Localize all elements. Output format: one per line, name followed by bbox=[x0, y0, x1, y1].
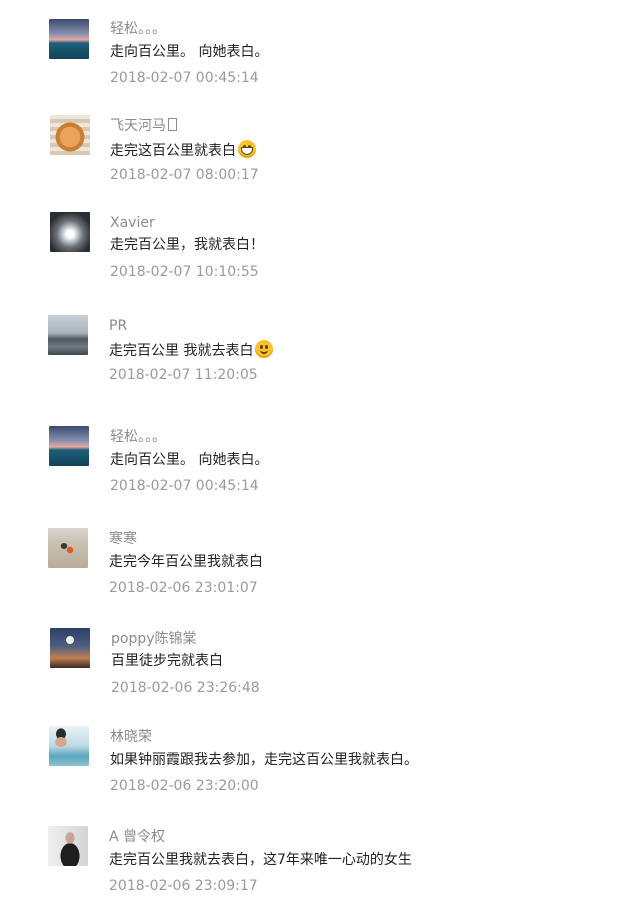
misty-boat-avatar[interactable] bbox=[48, 315, 88, 355]
beach-photographer-avatar[interactable] bbox=[48, 528, 88, 568]
comment-time: 2018-02-06 23:20:00 bbox=[110, 778, 259, 794]
comment-author[interactable]: Xavier bbox=[110, 214, 155, 232]
sunset-sea-avatar[interactable] bbox=[49, 426, 89, 466]
harbor-portrait-avatar[interactable] bbox=[49, 726, 89, 766]
shiba-dog-avatar[interactable] bbox=[50, 115, 90, 155]
suit-portrait-avatar[interactable] bbox=[48, 826, 88, 866]
comment-author[interactable]: 飞天河马 bbox=[110, 117, 177, 135]
comment-author[interactable]: A 曾令权 bbox=[109, 828, 165, 846]
night-light-avatar[interactable] bbox=[50, 212, 90, 252]
comment-author-label: 飞天河马 bbox=[110, 118, 166, 134]
smile-emoji-icon bbox=[255, 340, 274, 358]
comment-item: A 曾令权 走完百公里我就去表白，这7年来唯一心动的女生 2018-02-06 … bbox=[0, 0, 640, 894]
comment-time: 2018-02-06 23:09:17 bbox=[109, 878, 258, 894]
missing-glyph-icon bbox=[168, 118, 177, 131]
comment-text: 走完这百公里就表白 bbox=[110, 140, 256, 160]
comment-time: 2018-02-06 23:01:07 bbox=[109, 580, 258, 596]
comment-author[interactable]: poppy陈锦棠 bbox=[111, 630, 197, 648]
comment-time: 2018-02-07 11:20:05 bbox=[109, 367, 258, 383]
comment-text: 走完今年百公里我就表白 bbox=[109, 554, 263, 570]
comment-text: 百里徒步完就表白 bbox=[111, 653, 223, 669]
comment-time: 2018-02-07 08:00:17 bbox=[110, 167, 259, 183]
comment-text: 走完百公里我就去表白，这7年来唯一心动的女生 bbox=[109, 852, 412, 868]
comment-time: 2018-02-07 10:10:55 bbox=[110, 264, 259, 280]
comment-text: 如果钟丽霞跟我去参加，走完这百公里我就表白。 bbox=[110, 752, 418, 768]
comment-text: 走向百公里。 向她表白。 bbox=[110, 452, 269, 468]
comment-time: 2018-02-06 23:26:48 bbox=[111, 680, 260, 696]
comment-time: 2018-02-07 00:45:14 bbox=[110, 478, 259, 494]
comment-author[interactable]: 寒寒 bbox=[109, 530, 137, 548]
comment-author[interactable]: PR bbox=[109, 317, 127, 335]
comment-text-label: 走完百公里 我就去表白 bbox=[109, 343, 254, 359]
comment-author[interactable]: 林晓荣 bbox=[110, 728, 152, 746]
moon-silhouette-avatar[interactable] bbox=[50, 628, 90, 668]
comment-author[interactable]: 轻松。。。 bbox=[110, 428, 166, 446]
comment-text-label: 走完这百公里就表白 bbox=[110, 143, 236, 159]
comment-text: 走完百公里，我就表白！ bbox=[110, 237, 264, 253]
grin-emoji-icon bbox=[238, 140, 256, 158]
comment-text: 走完百公里 我就去表白 bbox=[109, 340, 274, 360]
